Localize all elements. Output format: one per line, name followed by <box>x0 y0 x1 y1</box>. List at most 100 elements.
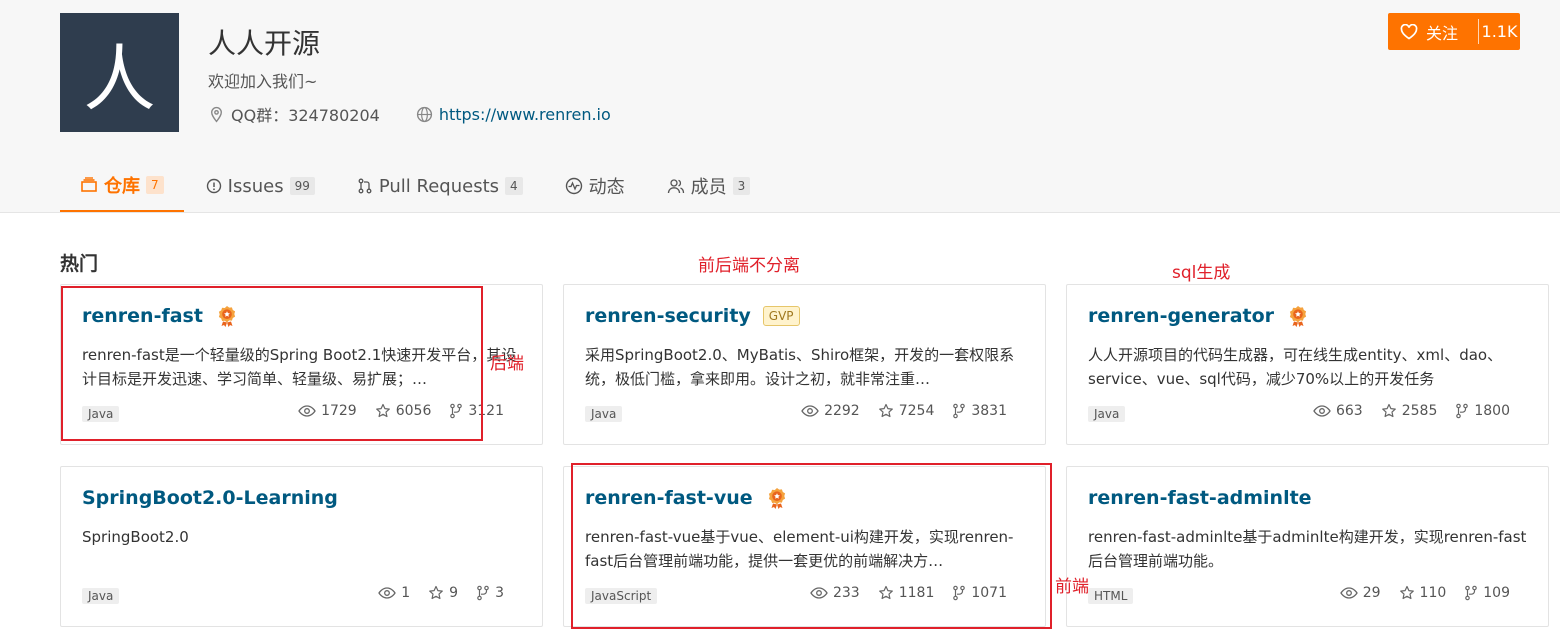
fork-icon <box>477 585 489 601</box>
repo-name-row: SpringBoot2.0-Learning <box>82 487 338 509</box>
star-stat: 7254 <box>878 403 935 419</box>
repo-name-row: renren-generator <box>1088 305 1308 327</box>
annotation-sql-gen: sql生成 <box>1172 263 1231 283</box>
tab-count: 7 <box>146 176 164 194</box>
tab-label: 成员 <box>690 177 727 198</box>
repo-card[interactable]: SpringBoot2.0-Learning SpringBoot2.0 Java 1… <box>60 466 543 627</box>
repo-name-link[interactable]: SpringBoot2.0-Learning <box>82 487 338 509</box>
tab-count: 4 <box>505 177 523 195</box>
watch-count: 29 <box>1362 585 1381 601</box>
follow-count: 1.1K <box>1481 22 1518 41</box>
repo-stats: 29 110 109 <box>1322 585 1510 601</box>
star-count: 110 <box>1419 585 1447 601</box>
eye-icon <box>378 587 396 599</box>
website-info[interactable]: https://www.renren.io <box>416 105 611 124</box>
repo-icon <box>81 177 97 192</box>
tab-repositories[interactable]: 仓库 7 <box>60 160 184 212</box>
star-icon <box>878 403 893 418</box>
watch-stat: 1 <box>378 585 410 601</box>
fork-stat: 109 <box>1464 585 1510 601</box>
follow-label: 关注 <box>1426 23 1459 43</box>
star-stat: 9 <box>428 585 458 601</box>
annotation-box-backend <box>61 286 483 441</box>
annotation-box-frontend <box>571 463 1052 629</box>
org-header: 人 人人开源 欢迎加入我们~ QQ群：324780204 https://www… <box>0 0 1560 213</box>
tab-members[interactable]: 成员 3 <box>647 160 771 212</box>
section-title-popular: 热门 <box>60 253 99 275</box>
tab-label: 仓库 <box>104 176 140 197</box>
follow-button[interactable]: 关注 1.1K <box>1388 13 1520 50</box>
heart-icon <box>1400 23 1418 39</box>
star-icon <box>1381 403 1396 418</box>
recommended-medal-icon <box>1289 306 1307 327</box>
repo-description: renren-fast-adminlte基于adminlte构建开发，实现ren… <box>1088 528 1527 570</box>
repo-name-row: renren-security GVP <box>585 305 800 327</box>
repo-language-tag: Java <box>1088 406 1126 422</box>
star-count: 9 <box>449 585 459 601</box>
tab-label: 动态 <box>588 177 625 198</box>
annotation-frontend: 前端 <box>1055 577 1089 597</box>
issue-icon <box>206 178 221 194</box>
tab-label: Pull Requests <box>378 175 500 197</box>
fork-count: 109 <box>1483 585 1510 601</box>
org-meta: QQ群：324780204 https://www.renren.io <box>208 102 647 126</box>
repo-card[interactable]: renren-security GVP 采用SpringBoot2.0、MyBati… <box>563 284 1046 445</box>
org-logo: 人 <box>60 13 179 132</box>
members-icon <box>667 179 684 194</box>
star-stat: 2585 <box>1381 403 1438 419</box>
tab-issues[interactable]: Issues 99 <box>186 160 335 212</box>
watch-stat: 29 <box>1339 585 1381 601</box>
repo-name-link[interactable]: renren-fast-adminlte <box>1088 487 1312 509</box>
star-stat: 110 <box>1399 585 1447 601</box>
globe-icon <box>416 106 432 122</box>
org-name: 人人开源 <box>208 27 321 60</box>
fork-stat: 3831 <box>952 403 1007 419</box>
tab-pull-requests[interactable]: Pull Requests 4 <box>337 160 543 212</box>
repo-card[interactable]: renren-generator 人人开源项目的代码生成器，可在线生成entity… <box>1066 284 1549 445</box>
annotation-backend: 后端 <box>490 354 524 374</box>
watch-count: 1 <box>401 585 411 601</box>
eye-icon <box>801 405 819 417</box>
repo-stats: 1 9 3 <box>360 585 504 601</box>
repo-name-row: renren-fast-adminlte <box>1088 487 1312 509</box>
star-icon <box>429 585 444 600</box>
activity-icon <box>565 177 582 195</box>
watch-count: 2292 <box>824 403 860 419</box>
fork-count: 3 <box>495 585 504 601</box>
repo-description: 人人开源项目的代码生成器，可在线生成entity、xml、dao、service… <box>1088 346 1503 388</box>
fork-count: 1800 <box>1474 403 1510 419</box>
repo-language-tag: HTML <box>1088 588 1134 604</box>
annotation-no-separation: 前后端不分离 <box>698 256 800 276</box>
tab-count: 99 <box>289 177 315 195</box>
star-count: 2585 <box>1401 403 1438 419</box>
repo-name-link[interactable]: renren-generator <box>1088 305 1274 327</box>
fork-count: 3831 <box>971 403 1007 419</box>
eye-icon <box>1339 587 1358 599</box>
qq-label: QQ群：324780204 <box>231 106 380 125</box>
repo-stats: 663 2585 1800 <box>1295 403 1510 419</box>
tab-label: Issues <box>227 175 284 197</box>
repo-language-tag: Java <box>585 406 623 422</box>
star-icon <box>1399 585 1414 600</box>
repo-name-link[interactable]: renren-security <box>585 305 751 327</box>
qq-info: QQ群：324780204 <box>208 102 380 126</box>
star-count: 7254 <box>898 403 935 419</box>
watch-stat: 2292 <box>801 403 860 419</box>
website-link[interactable]: https://www.renren.io <box>439 105 611 124</box>
fork-icon <box>1465 585 1478 601</box>
org-description: 欢迎加入我们~ <box>208 72 318 91</box>
watch-count: 663 <box>1335 403 1363 419</box>
fork-stat: 3 <box>476 585 504 601</box>
gvp-badge: GVP <box>762 306 800 326</box>
fork-icon <box>1456 403 1469 419</box>
repo-card[interactable]: renren-fast-adminlte renren-fast-adminlte… <box>1066 466 1549 627</box>
repo-stats: 2292 7254 3831 <box>783 403 1007 419</box>
fork-stat: 1800 <box>1455 403 1510 419</box>
eye-icon <box>1313 405 1331 417</box>
repo-language-tag: Java <box>82 588 120 604</box>
pull-request-icon <box>358 178 372 194</box>
org-tabs: 仓库 7 Issues 99 Pull Requests 4 动态 成员 3 <box>60 160 772 213</box>
tab-activity[interactable]: 动态 <box>545 160 645 212</box>
repo-description: 采用SpringBoot2.0、MyBatis、Shiro框架，开发的一套权限系… <box>585 346 1015 388</box>
tab-count: 3 <box>732 177 751 195</box>
